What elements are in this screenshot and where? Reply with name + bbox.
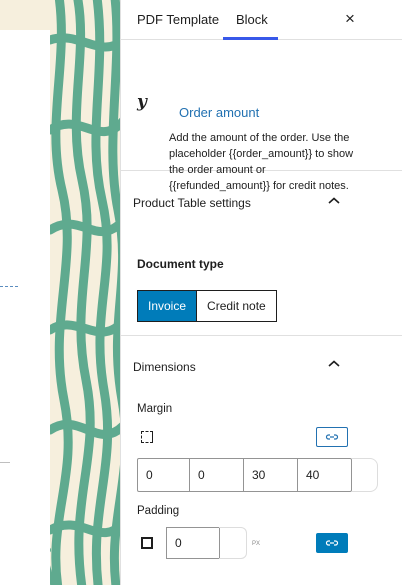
margin-bottom-input[interactable]: 30 [244,458,298,492]
document-type-toggle: Invoice Credit note [137,290,277,322]
document-type-label: Document type [137,257,224,271]
padding-input[interactable]: 0 [166,527,220,559]
margin-top-input[interactable]: 0 [137,458,190,492]
margin-unit-select[interactable] [352,458,378,492]
document-page [0,30,50,585]
block-type-icon: y [137,92,147,112]
link-sides-button[interactable] [316,427,348,447]
chevron-up-icon[interactable] [327,359,341,369]
block-title: Order amount [179,105,260,120]
margin-inputs: 0 0 30 40 [137,458,378,492]
padding-label: Padding [137,505,180,517]
link-icon [325,540,339,546]
tab-pdf-template[interactable]: PDF Template [137,0,219,40]
panel-title: Dimensions [133,360,196,374]
credit-note-option[interactable]: Credit note [196,291,276,321]
chevron-up-icon[interactable] [327,196,341,206]
dashed-guide [0,286,18,287]
sidebar-tabs: PDF Template Block × [121,0,402,40]
block-description: Add the amount of the order. Use the pla… [169,132,354,192]
invoice-option[interactable]: Invoice [138,291,197,321]
block-card: y Order amount Add the amount of the ord… [121,40,402,192]
sides-icon[interactable] [141,431,153,443]
margin-label: Margin [137,403,173,415]
close-icon[interactable]: × [339,8,361,30]
section-divider [121,335,402,336]
all-sides-icon[interactable] [141,537,153,549]
margin-left-input[interactable]: 40 [298,458,352,492]
editor-canvas [0,0,120,585]
padding-unit-select[interactable] [219,527,247,559]
divider-line [0,462,10,463]
link-icon [325,434,339,440]
settings-sidebar: PDF Template Block × y Order amount Add … [120,0,402,585]
tab-block[interactable]: Block [236,0,268,40]
padding-unit-label: PX [252,541,261,547]
panel-title: Product Table settings [133,196,251,210]
unlink-sides-button[interactable] [316,533,348,553]
margin-right-input[interactable]: 0 [190,458,244,492]
